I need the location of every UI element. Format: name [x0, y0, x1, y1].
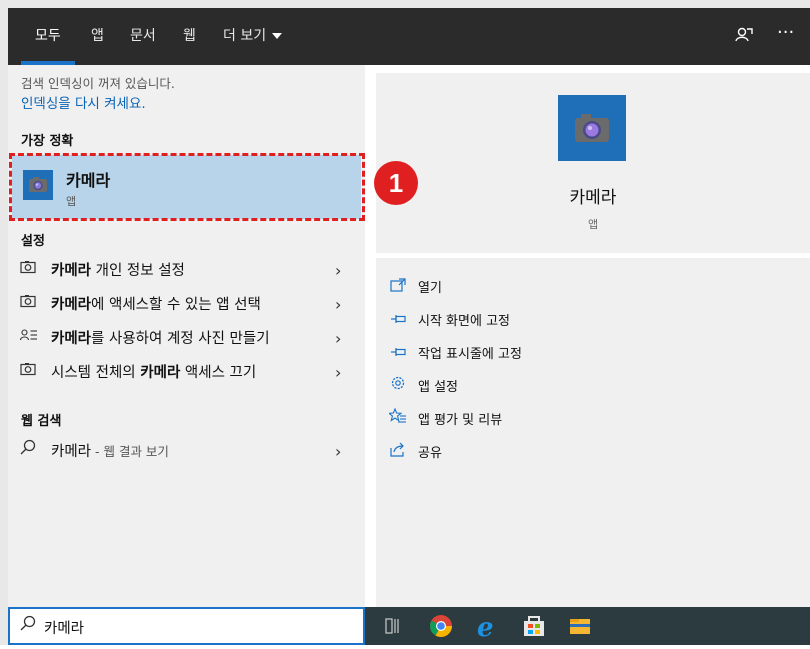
- search-icon: [20, 615, 36, 635]
- results-panel: 검색 인덱싱이 꺼져 있습니다. 인덱싱을 다시 켜세요. 가장 정확 카메라 …: [8, 65, 365, 607]
- action-share[interactable]: 공유: [388, 437, 442, 469]
- settings-item-prefix: 시스템 전체의: [51, 365, 141, 381]
- action-pin-start-label: 시작 화면에 고정: [418, 314, 510, 329]
- action-pin-taskbar-label: 작업 표시줄에 고정: [418, 347, 522, 362]
- search-box[interactable]: 카메라: [8, 607, 365, 645]
- task-view-icon[interactable]: [377, 607, 415, 645]
- camera-privacy-icon: [20, 254, 42, 288]
- caret-down-icon: [272, 33, 283, 39]
- chevron-right-icon: ›: [335, 363, 342, 382]
- search-icon: [20, 435, 42, 469]
- settings-item-camera-off[interactable]: 시스템 전체의 카메라 액세스 끄기 ›: [8, 356, 365, 390]
- search-input[interactable]: 카메라: [44, 617, 84, 638]
- settings-item-keyword: 카메라: [51, 297, 92, 313]
- best-match-heading: 가장 정확: [21, 134, 74, 149]
- chevron-right-icon: ›: [335, 295, 342, 314]
- svg-text:e: e: [477, 613, 494, 643]
- web-search-item[interactable]: 카메라 - 웹 결과 보기 ›: [8, 435, 365, 469]
- web-search-query: 카메라: [51, 444, 92, 460]
- pin-icon: [388, 305, 408, 337]
- action-rate-review[interactable]: 앱 평가 및 리뷰: [387, 404, 503, 436]
- store-icon[interactable]: [515, 607, 553, 645]
- action-app-settings[interactable]: 앱 설정: [388, 371, 458, 403]
- camera-privacy-icon: [20, 288, 42, 322]
- settings-item-camera-apps[interactable]: 카메라에 액세스할 수 있는 앱 선택 ›: [8, 288, 365, 322]
- edge-icon[interactable]: e: [469, 607, 507, 645]
- open-icon: [388, 272, 408, 304]
- settings-item-keyword: 카메라: [140, 365, 181, 381]
- chevron-right-icon: ›: [335, 261, 342, 280]
- indexing-notice: 검색 인덱싱이 꺼져 있습니다.: [21, 76, 175, 91]
- settings-item-camera-privacy[interactable]: 카메라 개인 정보 설정 ›: [8, 254, 365, 288]
- star-icon: [387, 404, 408, 436]
- preview-header: 카메라 앱: [376, 73, 810, 253]
- gear-icon: [388, 371, 408, 403]
- settings-item-text: 액세스 끄기: [180, 365, 257, 381]
- settings-item-keyword: 카메라: [51, 263, 92, 279]
- preview-type: 앱: [587, 218, 599, 231]
- step-number-badge: 1: [374, 161, 418, 205]
- tab-more[interactable]: 더 보기: [223, 8, 283, 65]
- file-explorer-icon[interactable]: [561, 607, 599, 645]
- pin-icon: [388, 338, 408, 370]
- chrome-icon[interactable]: [422, 607, 460, 645]
- settings-item-text: 개인 정보 설정: [91, 263, 185, 279]
- camera-privacy-icon: [20, 356, 42, 390]
- tab-apps[interactable]: 앱: [91, 8, 104, 65]
- action-open[interactable]: 열기: [388, 272, 442, 304]
- indexing-enable-link[interactable]: 인덱싱을 다시 켜세요.: [21, 92, 146, 112]
- tab-documents[interactable]: 문서: [130, 8, 156, 65]
- settings-item-text: 에 액세스할 수 있는 앱 선택: [91, 297, 261, 313]
- settings-item-text: 를 사용하여 계정 사진 만들기: [91, 331, 270, 347]
- share-icon: [388, 437, 408, 469]
- feedback-icon[interactable]: [735, 26, 753, 48]
- action-rate-review-label: 앱 평가 및 리뷰: [418, 413, 503, 428]
- action-app-settings-label: 앱 설정: [418, 380, 459, 395]
- preview-title: 카메라: [569, 188, 617, 208]
- filter-tab-bar: 모두 앱 문서 웹 더 보기 ···: [8, 8, 810, 65]
- account-icon: [19, 322, 42, 356]
- preview-actions: 열기 시작 화면에 고정 작업 표시줄에 고정 앱 설정 앱 평가 및 리뷰 공: [376, 258, 810, 607]
- chevron-right-icon: ›: [335, 329, 342, 348]
- web-search-heading: 웹 검색: [21, 414, 62, 429]
- preview-panel: 카메라 앱 열기 시작 화면에 고정 작업 표시줄에 고정 앱 설정 앱 평가 …: [365, 65, 810, 607]
- action-pin-taskbar[interactable]: 작업 표시줄에 고정: [388, 338, 522, 370]
- more-icon[interactable]: ···: [777, 22, 794, 43]
- tab-web[interactable]: 웹: [183, 8, 196, 65]
- settings-item-keyword: 카메라: [51, 331, 92, 347]
- action-open-label: 열기: [418, 281, 442, 296]
- action-pin-start[interactable]: 시작 화면에 고정: [388, 305, 510, 337]
- web-search-suffix: - 웹 결과 보기: [91, 444, 169, 459]
- tab-more-label: 더 보기: [223, 28, 267, 44]
- highlight-marker: [9, 153, 365, 221]
- camera-app-large-icon: [558, 95, 626, 161]
- tab-all[interactable]: 모두: [21, 8, 75, 65]
- chevron-right-icon: ›: [335, 442, 342, 461]
- action-share-label: 공유: [418, 446, 442, 461]
- settings-heading: 설정: [21, 234, 45, 249]
- taskbar: e: [365, 607, 810, 645]
- settings-item-account-picture[interactable]: 카메라를 사용하여 계정 사진 만들기 ›: [8, 322, 365, 356]
